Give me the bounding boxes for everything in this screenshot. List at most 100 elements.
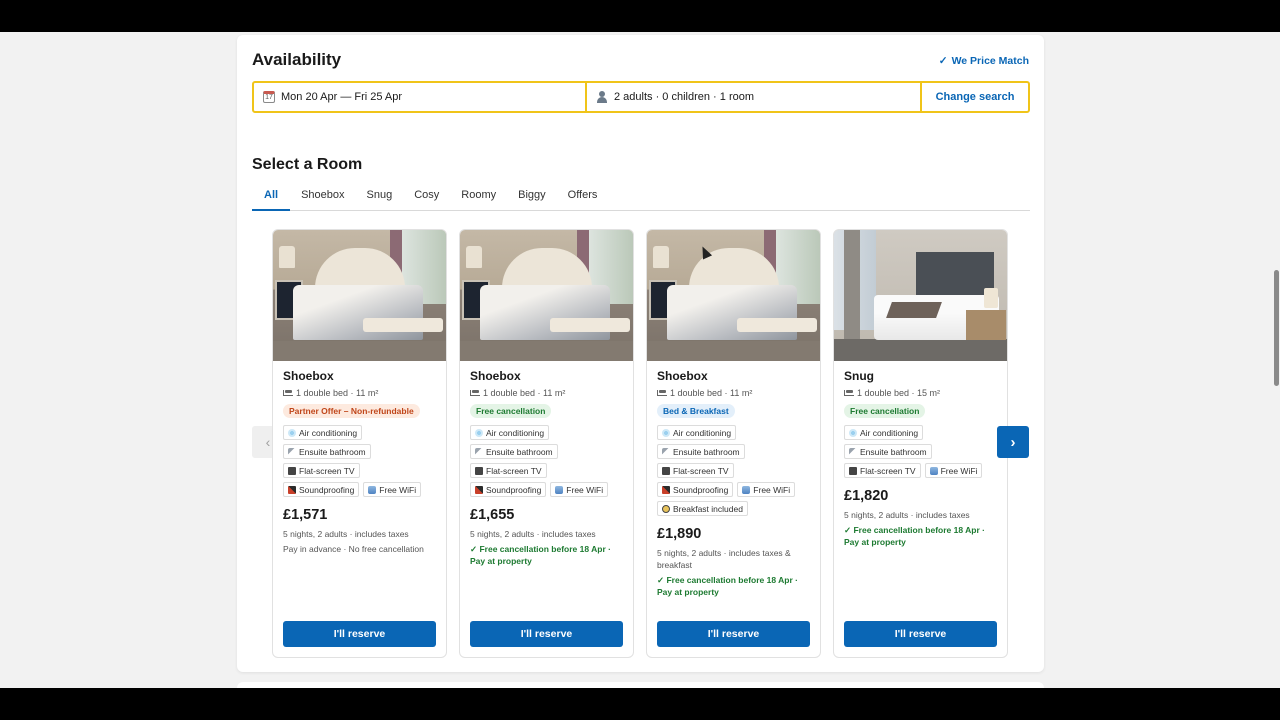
shower-icon (288, 447, 296, 456)
browser-viewport: Availability ✓ We Price Match 17 Mon 20 … (0, 32, 1280, 688)
calendar-icon: 17 (263, 91, 275, 103)
tab-snug[interactable]: Snug (356, 189, 404, 211)
offer-badge: Partner Offer – Non-refundable (283, 404, 420, 418)
shower-icon (475, 447, 483, 456)
snowflake-icon (288, 428, 296, 437)
offer-badge: Free cancellation (470, 404, 552, 418)
offer-badge: Free cancellation (844, 404, 926, 418)
room-price: £1,571 (283, 507, 328, 523)
room-price: £1,655 (470, 507, 515, 523)
shower-icon (849, 447, 857, 456)
amenity-tag: Air conditioning (657, 425, 737, 440)
date-range-field[interactable]: 17 Mon 20 Apr — Fri 25 Apr (254, 83, 587, 111)
soundproofing-icon (475, 485, 483, 494)
bed-icon (657, 390, 667, 396)
room-price: £1,820 (844, 488, 889, 504)
amenity-tag: Flat-screen TV (844, 463, 921, 478)
room-tabs: All Shoebox Snug Cosy Roomy Biggy Offers (252, 189, 1030, 211)
price-match-label: We Price Match (951, 55, 1029, 67)
reserve-button[interactable]: I'll reserve (470, 621, 623, 647)
amenity-tag: Free WiFi (550, 482, 609, 497)
price-details: 5 nights, 2 adults · includes taxes (283, 529, 409, 539)
shower-icon (662, 447, 670, 456)
price-match-link[interactable]: ✓ We Price Match (939, 55, 1029, 67)
room-meta-text: 1 double bed · 11 m² (670, 388, 753, 398)
room-meta: 1 double bed · 11 m² (283, 388, 436, 398)
check-icon: ✓ (938, 55, 948, 67)
room-meta-text: 1 double bed · 15 m² (857, 388, 941, 398)
amenity-list: Air conditioning Ensuite bathroom Flat-s… (844, 425, 997, 478)
amenity-tag: Free WiFi (737, 482, 796, 497)
reserve-button[interactable]: I'll reserve (844, 621, 997, 647)
amenity-tag: Breakfast included (657, 501, 748, 516)
amenity-tag: Flat-screen TV (657, 463, 734, 478)
tab-roomy[interactable]: Roomy (450, 189, 507, 211)
amenity-tag: Flat-screen TV (470, 463, 547, 478)
bed-icon (844, 390, 854, 396)
page-scrollbar[interactable] (1274, 270, 1279, 386)
room-meta-text: 1 double bed · 11 m² (483, 388, 566, 398)
tv-icon (662, 466, 670, 475)
tab-all[interactable]: All (252, 189, 291, 211)
snowflake-icon (475, 428, 483, 437)
change-search-button[interactable]: Change search (922, 83, 1028, 111)
amenity-tag: Air conditioning (470, 425, 550, 440)
room-photo[interactable] (460, 230, 633, 361)
select-room-title: Select a Room (252, 156, 363, 173)
room-name: Shoebox (283, 369, 334, 383)
price-details: 5 nights, 2 adults · includes taxes (844, 510, 970, 520)
guests-field[interactable]: 2 adults · 0 children · 1 room (587, 83, 922, 111)
room-card: Shoebox 1 double bed · 11 m² Free cancel… (459, 229, 634, 658)
price-details: 5 nights, 2 adults · includes taxes & br… (657, 548, 791, 570)
bed-icon (470, 390, 480, 396)
amenity-tag: Soundproofing (283, 482, 360, 497)
next-section-panel (237, 682, 1044, 688)
room-photo[interactable] (647, 230, 820, 361)
snowflake-icon (662, 428, 670, 437)
room-card: Snug 1 double bed · 15 m² Free cancellat… (833, 229, 1008, 658)
bed-icon (283, 390, 293, 396)
amenity-tag: Air conditioning (844, 425, 924, 440)
amenity-list: Air conditioning Ensuite bathroom Flat-s… (283, 425, 436, 497)
amenity-tag: Ensuite bathroom (283, 444, 371, 459)
amenity-list: Air conditioning Ensuite bathroom Flat-s… (657, 425, 810, 516)
wifi-icon (368, 485, 377, 494)
offer-badge: Bed & Breakfast (657, 404, 735, 418)
room-meta: 1 double bed · 11 m² (470, 388, 623, 398)
breakfast-icon (662, 504, 670, 513)
person-icon (596, 91, 608, 103)
reserve-button[interactable]: I'll reserve (657, 621, 810, 647)
tab-offers[interactable]: Offers (557, 189, 609, 211)
guests-value: 2 adults · 0 children · 1 room (614, 91, 755, 103)
date-range-value: Mon 20 Apr — Fri 25 Apr (281, 91, 403, 103)
room-meta: 1 double bed · 15 m² (844, 388, 997, 398)
room-photo[interactable] (273, 230, 446, 361)
tv-icon (288, 466, 296, 475)
tab-cosy[interactable]: Cosy (403, 189, 450, 211)
amenity-tag: Soundproofing (657, 482, 734, 497)
cancellation-policy: ✓ Free cancellation before 18 Apr · Pay … (470, 544, 611, 566)
amenity-tag: Flat-screen TV (283, 463, 360, 478)
tv-icon (849, 466, 857, 475)
availability-title: Availability (252, 50, 342, 69)
tv-icon (475, 466, 483, 475)
reserve-button[interactable]: I'll reserve (283, 621, 436, 647)
chevron-right-icon: › (1010, 433, 1016, 451)
amenity-tag: Free WiFi (363, 482, 422, 497)
room-photo[interactable] (834, 230, 1007, 361)
tab-shoebox[interactable]: Shoebox (290, 189, 355, 211)
room-price: £1,890 (657, 526, 702, 542)
room-card: Shoebox 1 double bed · 11 m² Bed & Break… (646, 229, 821, 658)
amenity-list: Air conditioning Ensuite bathroom Flat-s… (470, 425, 623, 497)
amenity-tag: Ensuite bathroom (844, 444, 932, 459)
search-bar: 17 Mon 20 Apr — Fri 25 Apr 2 adults · 0 … (252, 81, 1030, 113)
carousel-next-button[interactable]: › (997, 426, 1029, 458)
cancellation-policy: Pay in advance · No free cancellation (283, 544, 424, 554)
room-card: Shoebox 1 double bed · 11 m² Partner Off… (272, 229, 447, 658)
chevron-left-icon: ‹ (265, 434, 271, 450)
tab-biggy[interactable]: Biggy (507, 189, 557, 211)
wifi-icon (555, 485, 564, 494)
wifi-icon (742, 485, 751, 494)
wifi-icon (929, 466, 938, 475)
soundproofing-icon (662, 485, 670, 494)
